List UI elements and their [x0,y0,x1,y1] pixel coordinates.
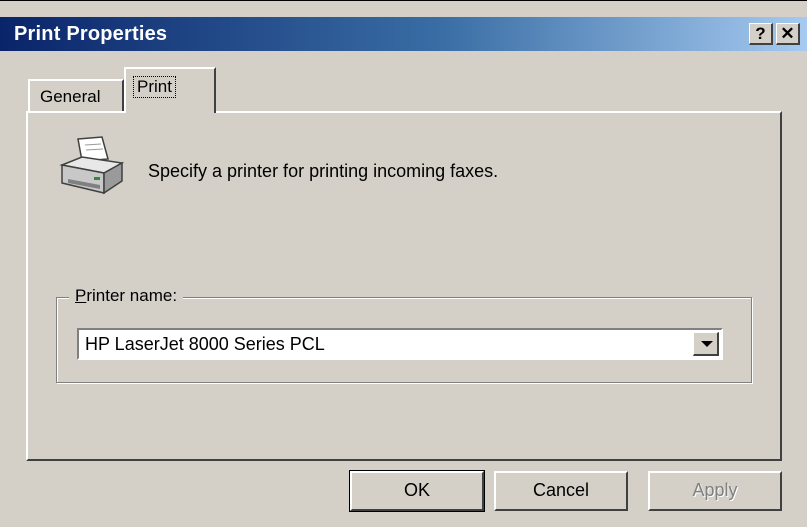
print-tab-panel: Specify a printer for printing incoming … [26,111,782,461]
close-button[interactable]: ✕ [776,23,800,45]
tab-print[interactable]: Print [124,67,216,113]
printer-name-group: Printer name: HP LaserJet 8000 Series PC… [56,286,752,383]
title-bar[interactable]: Print Properties ? ✕ [0,17,807,51]
tab-print-label: Print [133,76,176,98]
printer-name-value: HP LaserJet 8000 Series PCL [85,334,325,354]
help-button[interactable]: ? [749,23,773,45]
window-title: Print Properties [14,23,168,45]
tab-general-label: General [40,87,101,106]
description-text: Specify a printer for printing incoming … [148,161,499,181]
apply-button[interactable]: Apply [648,471,782,511]
print-properties-dialog: Print Properties ? ✕ General Print Speci… [0,0,807,527]
dropdown-arrow-button[interactable] [693,332,719,356]
ok-button[interactable]: OK [349,470,485,512]
cancel-button[interactable]: Cancel [494,471,628,511]
close-icon: ✕ [780,24,795,43]
printer-icon [59,136,125,195]
printer-name-combobox[interactable]: HP LaserJet 8000 Series PCL [77,328,723,360]
printer-name-label: Printer name: [69,286,184,306]
tab-general[interactable]: General [28,79,124,111]
